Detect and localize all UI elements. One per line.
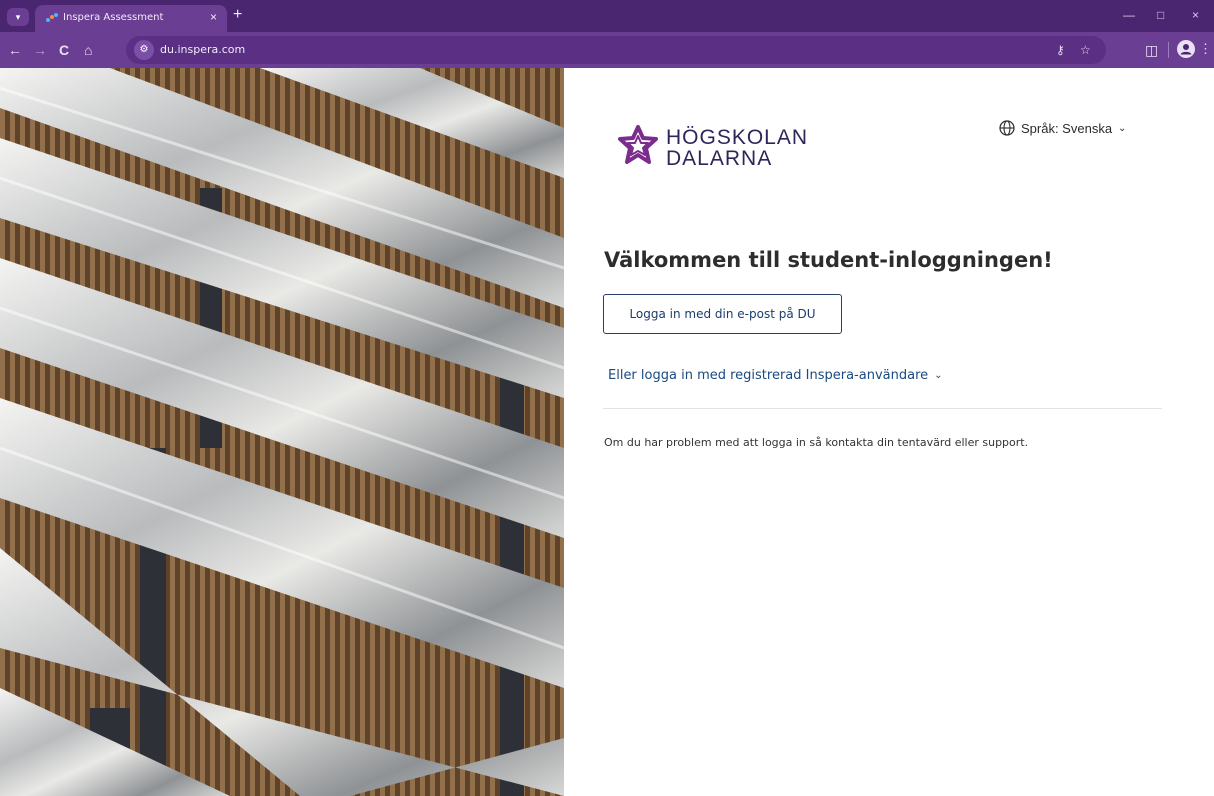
extensions-icon[interactable]: ◫ [1145, 42, 1158, 58]
close-window-button[interactable]: × [1192, 8, 1199, 22]
logo-text-line2: DALARNA [666, 147, 773, 170]
reload-icon[interactable]: C [59, 42, 69, 58]
minimize-button[interactable]: — [1123, 8, 1135, 22]
language-label: Språk: Svenska [1021, 120, 1113, 136]
help-text: Om du har problem med att logga in så ko… [604, 436, 1029, 449]
maximize-button[interactable]: □ [1157, 8, 1164, 22]
globe-icon [999, 120, 1015, 136]
sso-login-button[interactable]: Logga in med din e-post på DU [603, 294, 842, 334]
browser-tab[interactable]: Inspera Assessment × [35, 5, 227, 32]
back-icon[interactable]: ← [8, 42, 22, 58]
inspera-favicon-icon [46, 13, 58, 22]
page-title: Välkommen till student-inloggningen! [604, 248, 1053, 272]
home-icon[interactable]: ⌂ [84, 42, 92, 58]
tab-search-button[interactable]: ▾ [7, 8, 29, 26]
bookmark-star-icon[interactable]: ☆ [1080, 42, 1091, 58]
hero-image [0, 68, 564, 796]
alt-login-toggle[interactable]: Eller logga in med registrerad Inspera-a… [608, 368, 943, 383]
university-logo: HÖGSKOLAN DALARNA [616, 122, 826, 172]
profile-avatar-icon[interactable] [1177, 40, 1195, 58]
divider [603, 408, 1162, 409]
address-bar[interactable]: ⚙ du.inspera.com ⚷ ☆ [126, 36, 1106, 64]
browser-toolbar: ← → C ⌂ ⚙ du.inspera.com ⚷ ☆ ◫ ⋮ [0, 32, 1214, 68]
browser-menu-icon[interactable]: ⋮ [1199, 40, 1212, 58]
forward-icon[interactable]: → [33, 42, 47, 58]
toolbar-separator [1168, 42, 1169, 58]
language-selector[interactable]: Språk: Svenska ⌄ [999, 120, 1126, 136]
site-info-icon[interactable]: ⚙ [134, 40, 154, 60]
tab-close-icon[interactable]: × [210, 10, 217, 24]
password-key-icon[interactable]: ⚷ [1056, 42, 1065, 58]
alt-login-label: Eller logga in med registrerad Inspera-a… [608, 368, 929, 383]
new-tab-button[interactable]: + [233, 7, 242, 23]
star-logo-icon [618, 125, 658, 164]
chevron-down-icon: ⌄ [1118, 122, 1127, 134]
login-panel: HÖGSKOLAN DALARNA Språk: Svenska ⌄ Välko… [564, 68, 1214, 796]
tab-title: Inspera Assessment [63, 12, 164, 23]
browser-tabstrip: ▾ Inspera Assessment × + — □ × [0, 0, 1214, 32]
url-text[interactable]: du.inspera.com [160, 43, 245, 56]
chevron-down-icon: ⌄ [934, 370, 943, 381]
